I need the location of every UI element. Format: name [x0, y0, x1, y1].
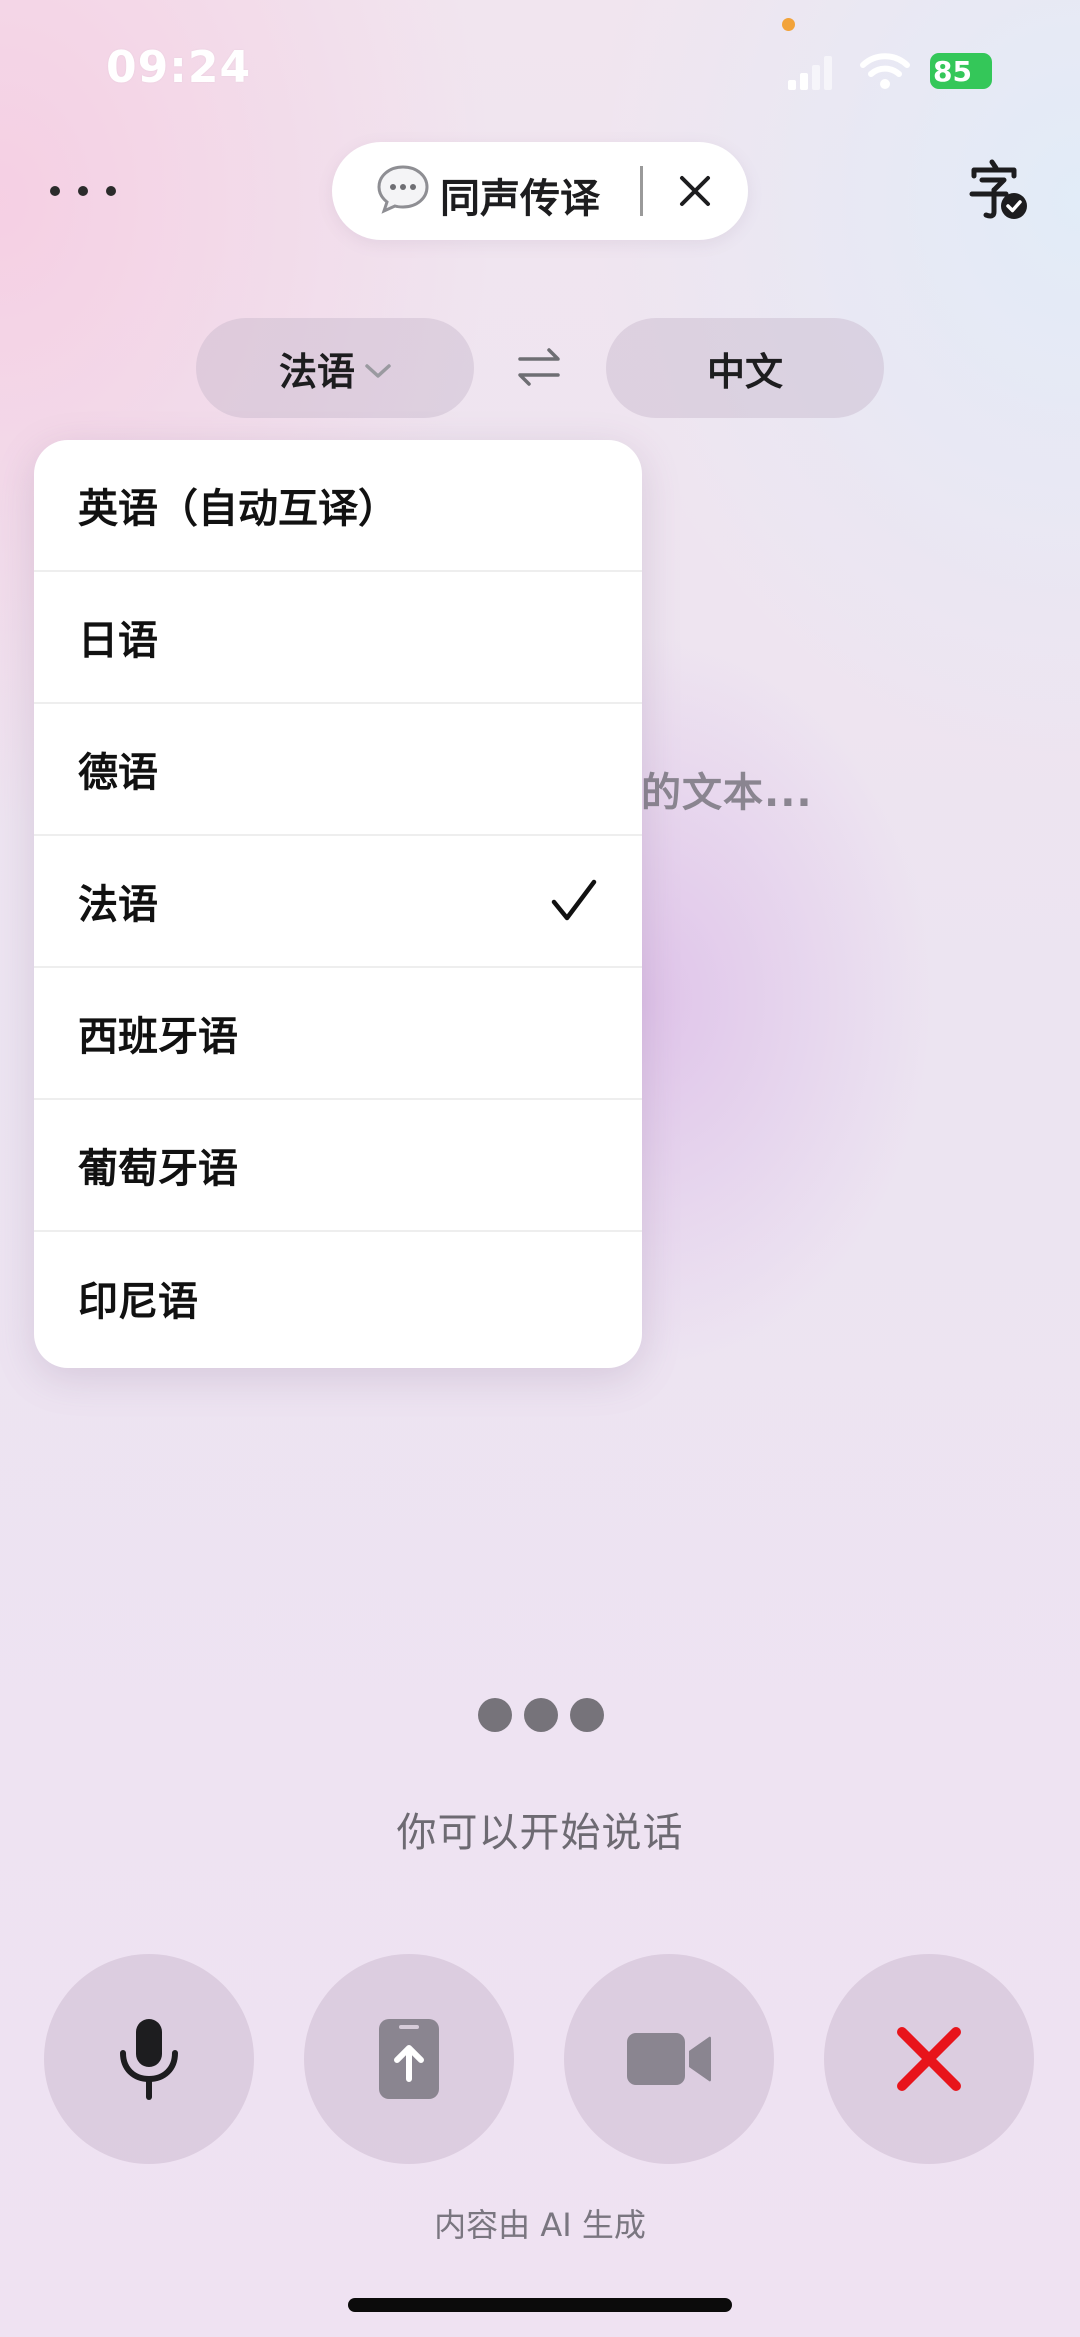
language-option[interactable]: 德语	[34, 704, 642, 836]
language-option[interactable]: 印尼语	[34, 1232, 642, 1364]
language-option-label: 西班牙语	[78, 1014, 238, 1060]
start-speaking-prompt: 你可以开始说话	[396, 1810, 684, 1856]
language-option-label: 德语	[78, 750, 158, 796]
battery-level-text: 85	[933, 54, 972, 88]
language-option[interactable]: 西班牙语	[34, 968, 642, 1100]
language-option-label: 印尼语	[78, 1279, 198, 1325]
subtitle-toggle-icon[interactable]	[966, 158, 1030, 222]
language-option-selected[interactable]: 法语	[34, 836, 642, 968]
share-screen-button[interactable]	[304, 1954, 514, 2164]
speech-bubble-icon	[377, 165, 429, 214]
chevron-down-icon	[365, 364, 391, 378]
language-option[interactable]: 葡萄牙语	[34, 1100, 642, 1232]
source-language-selector[interactable]: 法语	[196, 318, 474, 418]
language-dropdown-menu: 英语（自动互译） 日语 德语 法语 西班牙语 葡萄牙语 印尼语	[34, 440, 642, 1368]
language-option[interactable]: 英语（自动互译）	[34, 440, 642, 572]
privacy-indicator-dot	[782, 18, 795, 31]
more-dot-icon	[106, 186, 116, 196]
video-button[interactable]	[564, 1954, 774, 2164]
indicator-dot-icon	[524, 1698, 558, 1732]
mode-divider	[640, 166, 643, 216]
ai-generated-note: 内容由 AI 生成	[434, 2206, 646, 2244]
language-option-label: 葡萄牙语	[78, 1146, 238, 1192]
mode-title: 同声传译	[440, 176, 600, 222]
target-language-label: 中文	[706, 349, 783, 394]
language-option[interactable]: 日语	[34, 572, 642, 704]
close-icon	[897, 2027, 961, 2091]
source-language-label: 法语	[278, 349, 355, 394]
cellular-signal-icon	[788, 56, 832, 90]
battery-indicator: 85	[930, 53, 992, 89]
listening-indicator	[478, 1698, 604, 1732]
phone-upload-icon	[379, 2019, 439, 2099]
close-mode-icon[interactable]	[674, 170, 716, 212]
home-indicator[interactable]	[348, 2298, 732, 2312]
target-language-selector[interactable]: 中文	[606, 318, 884, 418]
microphone-icon	[120, 2019, 178, 2100]
language-option-label: 英语（自动互译）	[78, 486, 398, 532]
swap-languages-icon[interactable]	[516, 346, 562, 388]
indicator-dot-icon	[478, 1698, 512, 1732]
language-option-label: 日语	[78, 618, 158, 664]
microphone-button[interactable]	[44, 1954, 254, 2164]
checkmark-icon	[551, 879, 597, 921]
language-option-label: 法语	[78, 882, 158, 928]
wifi-icon	[860, 53, 910, 89]
status-time: 09:24	[106, 42, 252, 93]
end-session-button[interactable]	[824, 1954, 1034, 2164]
more-dot-icon	[50, 186, 60, 196]
indicator-dot-icon	[570, 1698, 604, 1732]
video-camera-icon	[627, 2033, 711, 2085]
more-dot-icon	[78, 186, 88, 196]
more-options-button[interactable]	[50, 170, 116, 212]
